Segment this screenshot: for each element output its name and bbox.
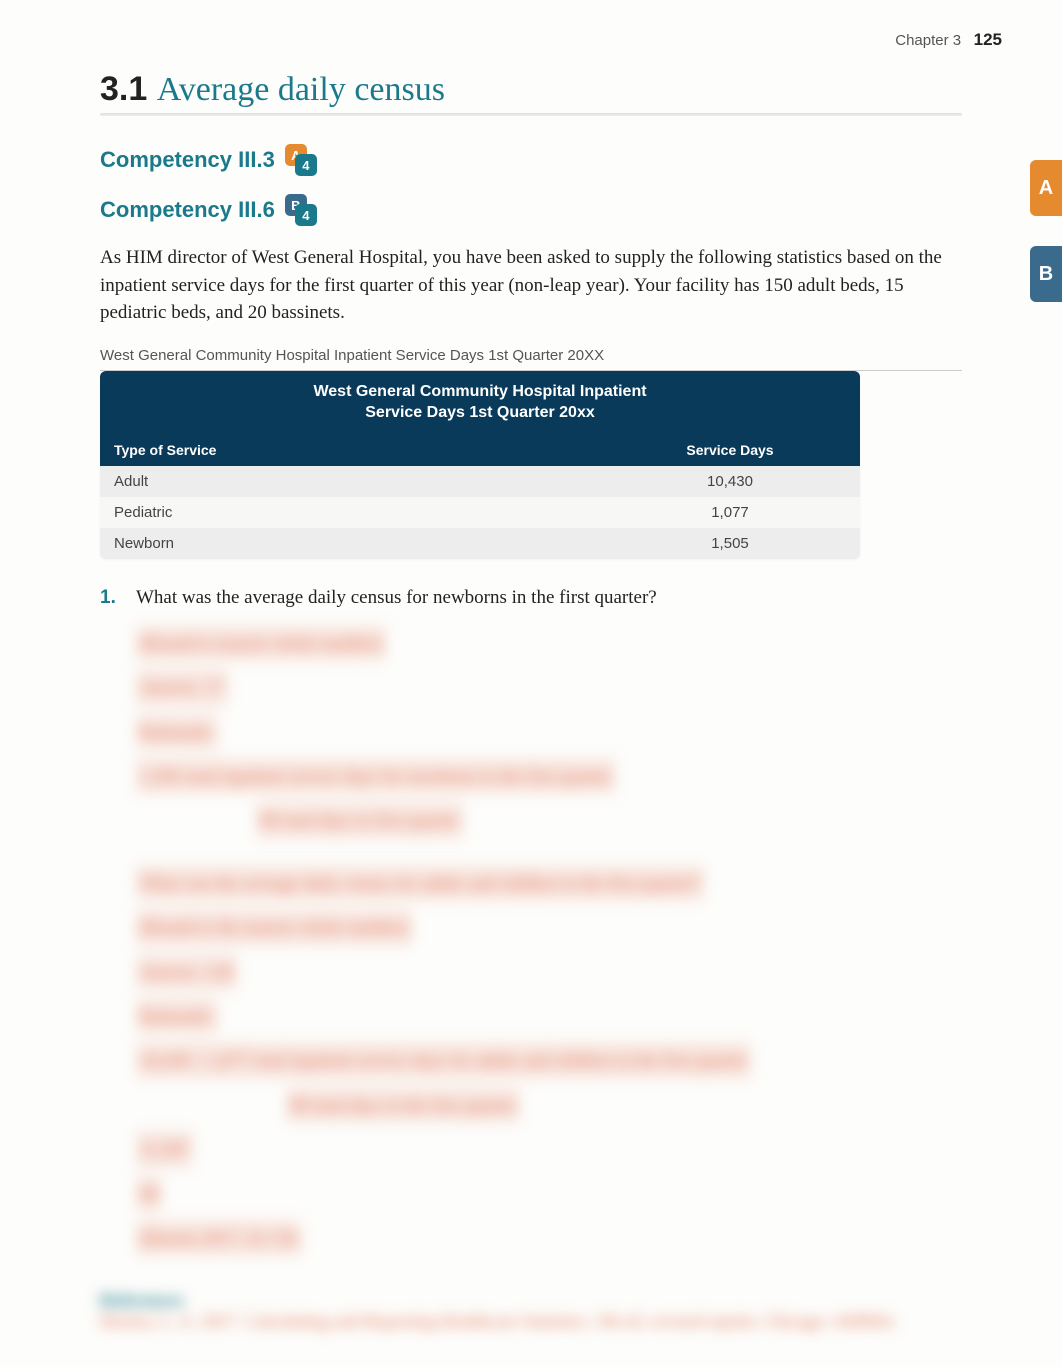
cell-days: 1,077 xyxy=(600,497,860,528)
table-body: Adult 10,430 Pediatric 1,077 Newborn 1,5… xyxy=(100,466,860,559)
blur-line: 90 xyxy=(136,1176,162,1212)
question-text: What was the average daily census for ne… xyxy=(136,587,657,609)
obscured-references: References Horton, L. A. 2017. Calculati… xyxy=(100,1290,962,1332)
col-type-of-service: Type of Service xyxy=(100,434,600,466)
service-days-table: West General Community Hospital Inpatien… xyxy=(100,371,860,559)
section-title: 3.1 Average daily census xyxy=(100,70,962,109)
obscured-question-2: What was the average daily census for ad… xyxy=(136,861,962,1261)
blur-line: Answer: 17 xyxy=(136,669,228,705)
cell-days: 10,430 xyxy=(600,466,860,497)
blur-line: 11,507 xyxy=(136,1131,193,1167)
blur-line: (Round to nearest whole number) xyxy=(136,625,386,661)
competency-6: Competency III.6 B 4 xyxy=(100,194,317,226)
side-tab-a[interactable]: A xyxy=(1030,160,1062,216)
cell-type: Pediatric xyxy=(100,497,600,528)
table-caption: West General Community Hospital Inpatien… xyxy=(100,347,962,371)
obscured-answer-1: (Round to nearest whole number) Answer: … xyxy=(136,621,962,843)
blur-line: Rationale: xyxy=(136,998,218,1034)
title-rule xyxy=(100,113,962,116)
blur-line: Rationale: xyxy=(136,714,218,750)
cell-type: Newborn xyxy=(100,528,600,559)
question-number: 1. xyxy=(100,587,122,609)
section-name: Average daily census xyxy=(157,71,445,108)
cell-type: Adult xyxy=(100,466,600,497)
table-title-line2: Service Days 1st Quarter 20xx xyxy=(365,404,594,421)
competency-3: Competency III.3 A 4 xyxy=(100,144,317,176)
table-row: Newborn 1,505 xyxy=(100,528,860,559)
references-heading: References xyxy=(100,1290,184,1310)
blur-line: What was the average daily census for ad… xyxy=(136,865,704,901)
side-tabs: A B xyxy=(1030,160,1062,302)
competency-label: Competency III.6 xyxy=(100,197,275,223)
side-tab-b[interactable]: B xyxy=(1030,246,1062,302)
table-head-row: Type of Service Service Days xyxy=(100,434,860,466)
chapter-label: Chapter 3 xyxy=(895,32,961,49)
blur-line: 90 total days in the first quarter xyxy=(286,1087,520,1123)
table-row: Adult 10,430 xyxy=(100,466,860,497)
section-number: 3.1 xyxy=(100,70,147,108)
blur-line: (Round to the nearest whole number) xyxy=(136,909,412,945)
blur-line: Answer: 128 xyxy=(136,954,237,990)
table-title-line1: West General Community Hospital Inpatien… xyxy=(313,383,646,400)
question-1: 1. What was the average daily census for… xyxy=(100,587,962,609)
page-header: Chapter 3 125 xyxy=(0,0,1062,60)
col-service-days: Service Days xyxy=(600,434,860,466)
competency-label: Competency III.3 xyxy=(100,147,275,173)
page-number: 125 xyxy=(974,30,1002,49)
badge-4-icon: 4 xyxy=(295,204,317,226)
blur-line: 10,430 + 1,077 total inpatient service d… xyxy=(136,1042,751,1078)
blur-line: 1,505 total inpatient service days for n… xyxy=(136,758,615,794)
blur-line: (Horton 2017, 52–53) xyxy=(136,1220,301,1256)
table-title: West General Community Hospital Inpatien… xyxy=(100,371,860,434)
blur-line: 90 total days in first quarter xyxy=(256,802,463,838)
competency-badge-stack: A 4 xyxy=(285,144,317,176)
cell-days: 1,505 xyxy=(600,528,860,559)
competency-badge-stack: B 4 xyxy=(285,194,317,226)
intro-paragraph: As HIM director of West General Hospital… xyxy=(100,244,962,327)
badge-4-icon: 4 xyxy=(295,154,317,176)
table-row: Pediatric 1,077 xyxy=(100,497,860,528)
references-text: Horton, L. A. 2017. Calculating and Repo… xyxy=(100,1311,898,1331)
